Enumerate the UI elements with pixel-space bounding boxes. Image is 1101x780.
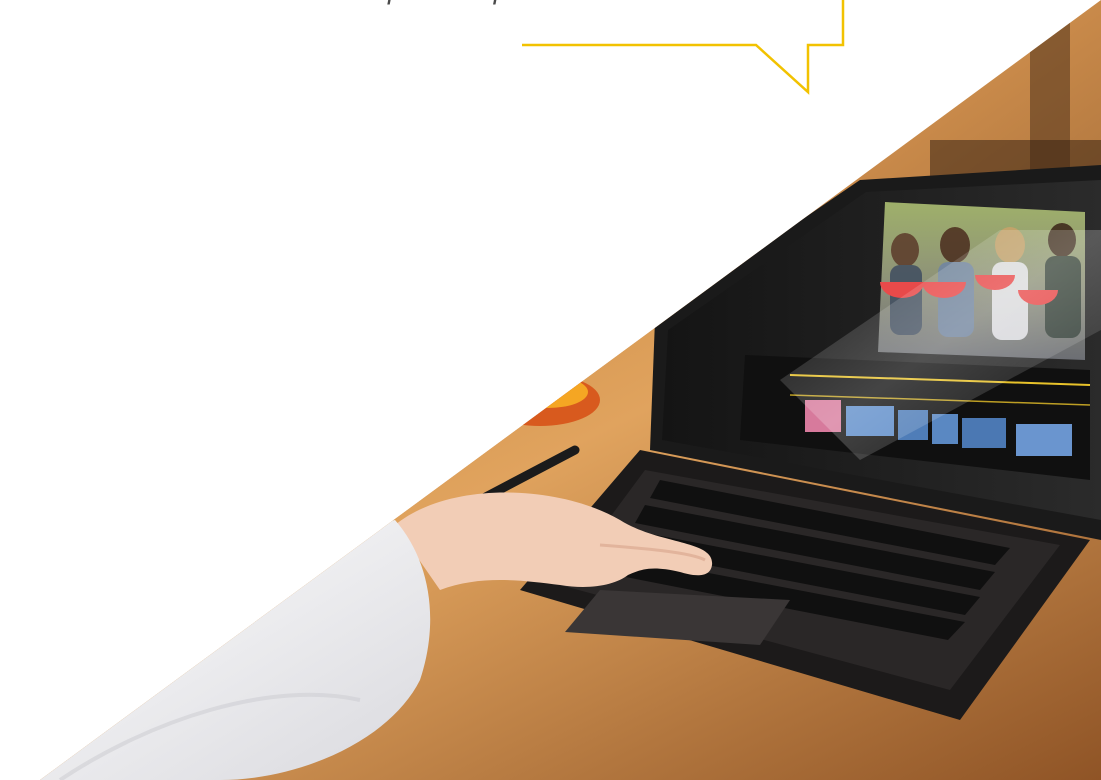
quote-text: para el profesional de esta área. bbox=[0, 0, 840, 12]
hero-photo bbox=[40, 0, 1101, 780]
hero-stage: para el profesional de esta área. bbox=[0, 0, 1101, 780]
speech-bubble-outline bbox=[522, 0, 845, 95]
